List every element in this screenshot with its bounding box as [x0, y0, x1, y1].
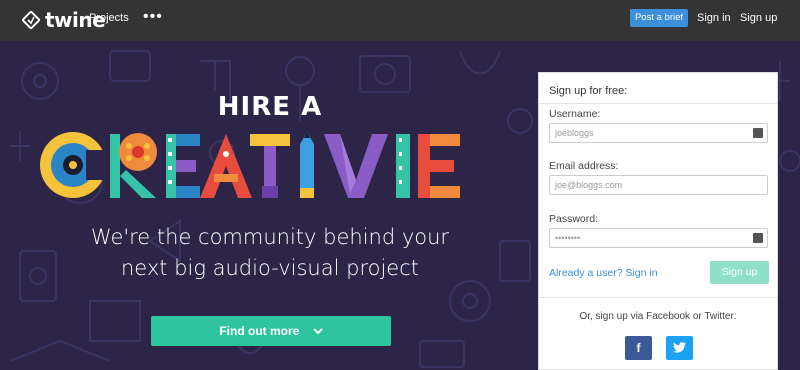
top-navbar: twine Projects ••• Post a brief Sign in …: [0, 0, 800, 41]
divider: [539, 103, 777, 104]
social-signup-text: Or, sign up via Facebook or Twitter:: [579, 311, 737, 322]
letter-i-film-strip-icon: [396, 134, 410, 198]
find-out-more-label: Find out more: [219, 324, 300, 338]
password-placeholder: ••••••••: [555, 233, 581, 243]
divider: [539, 297, 777, 298]
letter-c-record-icon: [40, 132, 108, 198]
already-user-sign-in-link[interactable]: Already a user? Sign in: [549, 267, 658, 279]
username-label: Username:: [549, 108, 601, 120]
post-brief-button[interactable]: Post a brief: [630, 9, 688, 27]
facebook-button[interactable]: f: [625, 336, 652, 360]
facebook-icon: f: [636, 341, 641, 355]
signup-title: Sign up for free:: [549, 85, 628, 97]
password-label: Password:: [549, 213, 599, 225]
letter-i-pencil-icon: [300, 132, 314, 198]
letter-r-film-reel-icon: [110, 133, 157, 198]
tagline-line-1: We're the community behind your: [90, 225, 450, 249]
letter-a-pen-nib-icon: [200, 134, 252, 198]
password-input[interactable]: ••••••••: [549, 228, 768, 248]
nav-sign-in-link[interactable]: Sign in: [697, 12, 731, 24]
autofill-key-icon[interactable]: [753, 128, 763, 138]
email-placeholder: joe@bloggs.com: [555, 180, 623, 190]
letter-v-icon: [324, 134, 388, 198]
hero-tagline: We're the community behind your next big…: [0, 222, 540, 284]
email-input[interactable]: joe@bloggs.com: [549, 175, 768, 195]
creative-illustrated-wordmark: [40, 132, 460, 198]
twine-logo-icon: [22, 11, 40, 29]
nav-projects-link[interactable]: Projects: [89, 12, 129, 24]
username-input[interactable]: joebloggs: [549, 123, 768, 143]
letter-e-film-strip-icon: [166, 134, 200, 198]
twitter-button[interactable]: [666, 336, 693, 360]
autofill-key-icon[interactable]: [753, 233, 763, 243]
more-menu-icon[interactable]: •••: [143, 8, 163, 26]
hire-a-heading: HIRE A: [217, 92, 323, 122]
signup-panel: Sign up for free: Username: joebloggs Em…: [538, 72, 778, 370]
sign-up-button[interactable]: Sign up: [710, 261, 769, 284]
email-label: Email address:: [549, 160, 619, 172]
chevron-down-icon: [312, 328, 323, 335]
tagline-line-2: next big audio-visual project: [120, 256, 419, 280]
find-out-more-button[interactable]: Find out more: [151, 316, 391, 346]
letter-e2-icon: [418, 134, 460, 198]
twitter-icon: [673, 342, 686, 353]
letter-t-icon: [250, 134, 290, 198]
username-placeholder: joebloggs: [555, 128, 594, 138]
nav-sign-up-link[interactable]: Sign up: [740, 12, 777, 24]
